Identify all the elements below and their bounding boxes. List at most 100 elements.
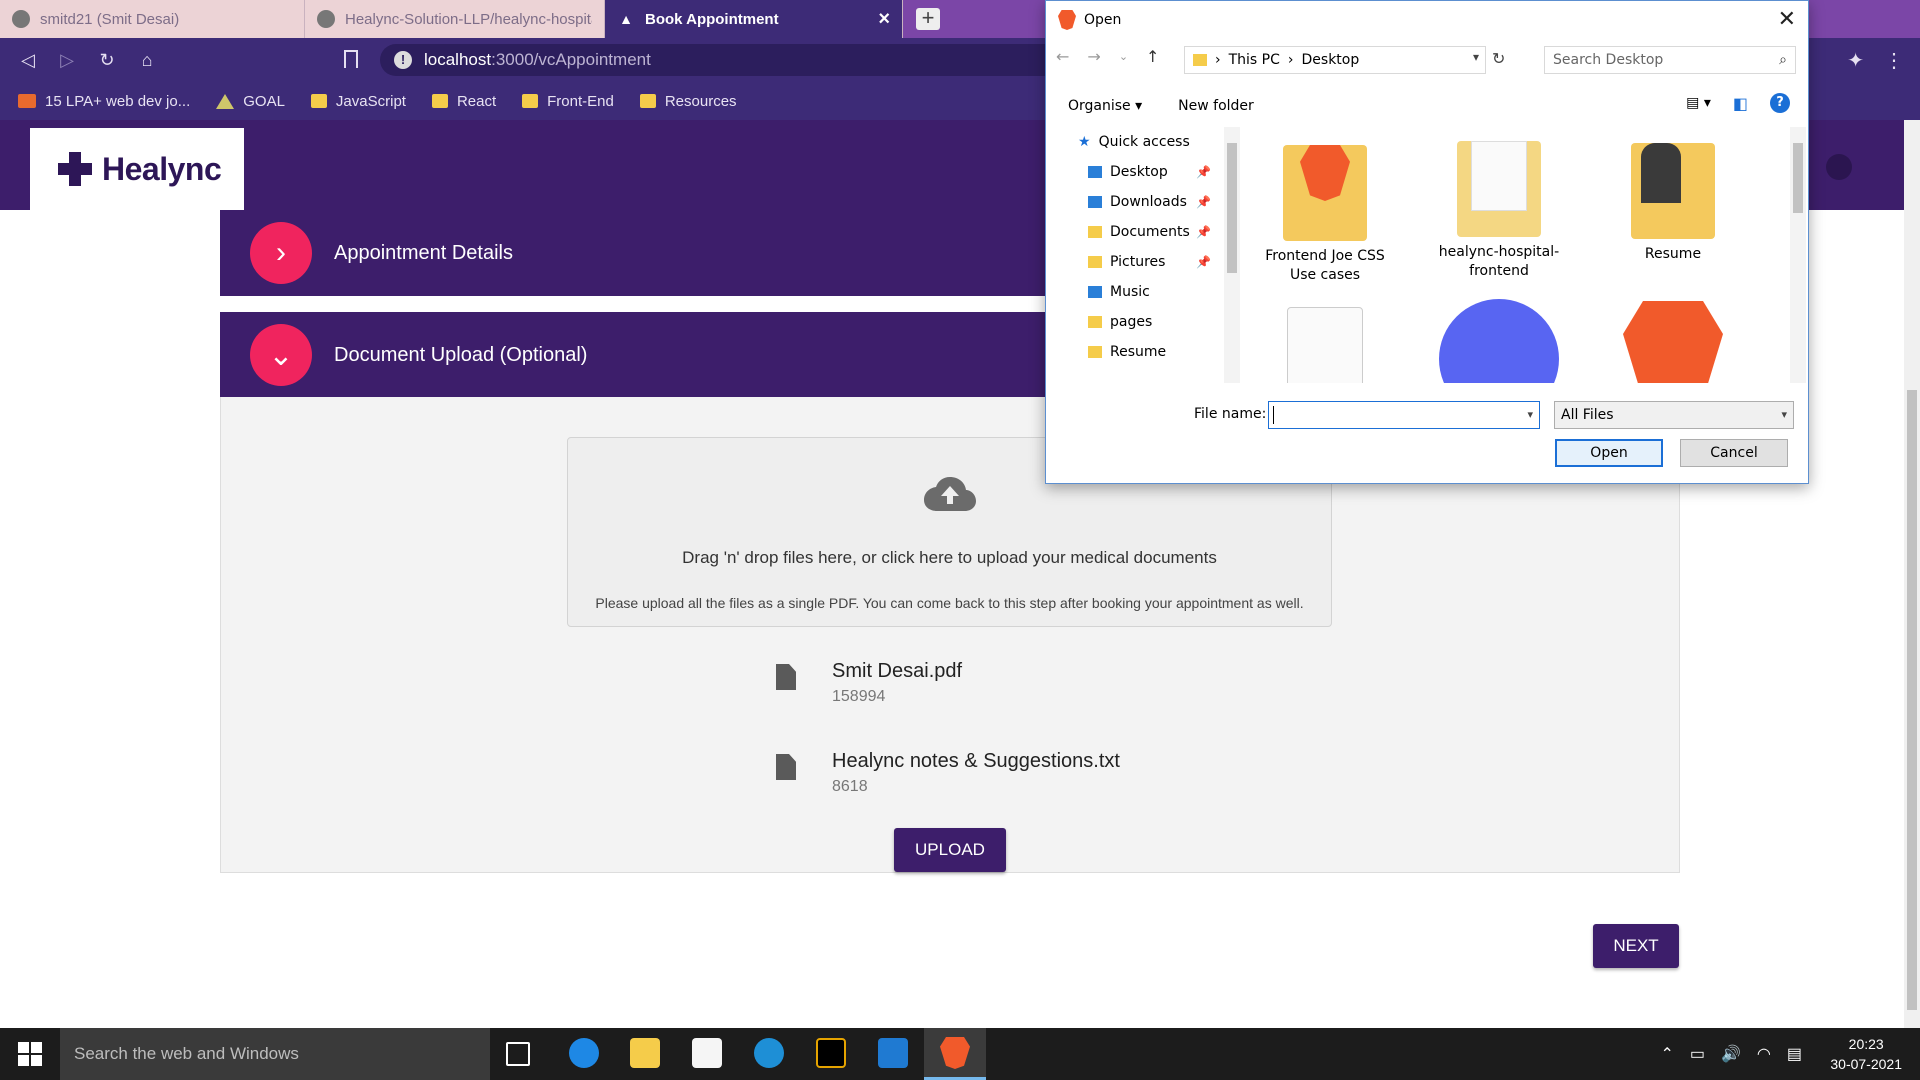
home-icon[interactable]: ⌂ bbox=[133, 46, 161, 74]
scrollbar-thumb[interactable] bbox=[1227, 143, 1237, 273]
next-button[interactable]: NEXT bbox=[1593, 924, 1679, 968]
brave-taskbar-button[interactable] bbox=[924, 1028, 986, 1080]
up-arrow-icon[interactable]: ↑ bbox=[1146, 47, 1159, 66]
tab-label: smitd21 (Smit Desai) bbox=[40, 10, 180, 28]
close-icon[interactable]: ✕ bbox=[1778, 7, 1796, 32]
scrollbar-thumb[interactable] bbox=[1907, 390, 1917, 1010]
task-view-icon[interactable] bbox=[506, 1042, 530, 1066]
info-icon[interactable]: ! bbox=[394, 51, 412, 69]
forward-icon[interactable]: ▷ bbox=[53, 46, 81, 74]
nav-item-resume[interactable]: Resume bbox=[1046, 337, 1222, 367]
windows-start-icon[interactable] bbox=[18, 1042, 42, 1066]
chevron-down-icon[interactable]: ▾ bbox=[1473, 50, 1479, 64]
refresh-icon[interactable]: ↻ bbox=[1492, 49, 1505, 68]
chevron-up-icon[interactable]: ⌃ bbox=[1660, 1044, 1673, 1064]
back-arrow-icon[interactable]: ← bbox=[1056, 47, 1069, 66]
menu-icon[interactable]: ⋮ bbox=[1884, 48, 1904, 73]
help-icon[interactable]: ? bbox=[1770, 93, 1790, 113]
file-type-select[interactable]: All Files ▾ bbox=[1554, 401, 1794, 429]
taskbar-search-input[interactable]: Search the web and Windows bbox=[60, 1028, 490, 1080]
bookmark-favicon-icon bbox=[18, 94, 36, 108]
nav-item-music[interactable]: Music bbox=[1046, 277, 1222, 307]
chevron-down-icon: ⌄ bbox=[250, 324, 312, 386]
open-button[interactable]: Open bbox=[1555, 439, 1663, 467]
chevron-down-icon[interactable]: ▾ bbox=[1527, 408, 1533, 421]
file-tile[interactable]: healync-hospital-frontend bbox=[1424, 127, 1574, 281]
file-tile[interactable] bbox=[1424, 299, 1574, 383]
new-tab-button[interactable]: + bbox=[916, 7, 940, 30]
battery-icon[interactable]: ▭ bbox=[1690, 1044, 1705, 1064]
bookmark-folder[interactable]: Front-End bbox=[522, 93, 614, 110]
page-scrollbar[interactable] bbox=[1904, 120, 1920, 1028]
forward-arrow-icon[interactable]: → bbox=[1087, 47, 1100, 66]
star-icon: ★ bbox=[1078, 134, 1091, 150]
reload-icon[interactable]: ↻ bbox=[93, 46, 121, 74]
nav-item-quick-access[interactable]: ★ Quick access bbox=[1046, 127, 1222, 157]
file-explorer-icon[interactable] bbox=[630, 1038, 660, 1068]
bookmark-item[interactable]: 15 LPA+ web dev jo... bbox=[18, 93, 190, 110]
breadcrumb-item[interactable]: This PC bbox=[1229, 52, 1280, 68]
back-icon[interactable]: ◁ bbox=[14, 46, 42, 74]
close-tab-icon[interactable]: × bbox=[878, 8, 890, 31]
pictures-folder-icon bbox=[1088, 256, 1102, 268]
dialog-nav-buttons: ← → ⌄ ↑ bbox=[1056, 47, 1159, 66]
address-bar[interactable]: ! localhost:3000/vcAppointment bbox=[380, 44, 1060, 76]
folder-icon bbox=[639, 94, 656, 108]
file-name-input[interactable]: ▾ bbox=[1268, 401, 1540, 429]
file-list-scrollbar[interactable] bbox=[1790, 127, 1806, 383]
terminal-icon[interactable] bbox=[816, 1038, 846, 1068]
store-icon[interactable] bbox=[692, 1038, 722, 1068]
notifications-icon[interactable]: ▤ bbox=[1787, 1044, 1802, 1064]
healync-logo[interactable]: Healync bbox=[30, 128, 244, 210]
file-name-label: File name: bbox=[1194, 406, 1267, 422]
file-tile[interactable] bbox=[1250, 299, 1400, 383]
wifi-icon[interactable]: ◠ bbox=[1757, 1044, 1771, 1064]
tab-github-repo[interactable]: Healync-Solution-LLP/healync-hospita bbox=[305, 0, 605, 38]
preview-pane-icon[interactable]: ◧ bbox=[1733, 94, 1748, 113]
breadcrumb[interactable]: › This PC › Desktop ▾ bbox=[1184, 46, 1486, 74]
search-input[interactable]: Search Desktop ⌕ bbox=[1544, 46, 1796, 74]
chevron-down-icon[interactable]: ⌄ bbox=[1119, 50, 1128, 66]
file-tile[interactable] bbox=[1598, 299, 1748, 383]
taskbar-clock[interactable]: 20:23 30-07-2021 bbox=[1830, 1034, 1902, 1074]
nav-item-pages[interactable]: pages bbox=[1046, 307, 1222, 337]
edge-legacy-icon[interactable] bbox=[569, 1038, 599, 1068]
bookmark-icon[interactable] bbox=[344, 50, 358, 68]
upload-button[interactable]: UPLOAD bbox=[894, 828, 1006, 872]
bookmark-folder[interactable]: Resources bbox=[639, 93, 737, 110]
account-avatar-icon[interactable] bbox=[1826, 154, 1852, 180]
windows-taskbar: Search the web and Windows ⌃ ▭ 🔊 ◠ ▤ 20:… bbox=[0, 1028, 1920, 1080]
extensions-icon[interactable]: ✦ bbox=[1847, 48, 1864, 73]
tab-label: Healync-Solution-LLP/healync-hospita bbox=[345, 10, 592, 28]
brave-icon bbox=[940, 1037, 970, 1069]
tab-github-profile[interactable]: smitd21 (Smit Desai) bbox=[0, 0, 305, 38]
brave-folder-icon bbox=[1283, 145, 1367, 241]
github-icon bbox=[12, 10, 30, 28]
view-options-icon[interactable]: ▤ ▾ bbox=[1686, 95, 1711, 111]
photo-folder-icon bbox=[1631, 143, 1715, 239]
document-icon bbox=[1287, 307, 1363, 383]
nav-pane-scrollbar[interactable] bbox=[1224, 127, 1240, 383]
vscode-icon[interactable] bbox=[878, 1038, 908, 1068]
view-controls: ▤ ▾ ◧ ? bbox=[1686, 93, 1790, 113]
nav-item-documents[interactable]: Documents 📌 bbox=[1046, 217, 1222, 247]
bookmark-folder[interactable]: JavaScript bbox=[310, 93, 406, 110]
nav-item-desktop[interactable]: Desktop 📌 bbox=[1046, 157, 1222, 187]
nav-item-pictures[interactable]: Pictures 📌 bbox=[1046, 247, 1222, 277]
file-tile[interactable]: Resume bbox=[1598, 127, 1748, 264]
nav-item-downloads[interactable]: Downloads 📌 bbox=[1046, 187, 1222, 217]
breadcrumb-item[interactable]: Desktop bbox=[1302, 52, 1360, 68]
pin-icon: 📌 bbox=[1196, 165, 1211, 179]
edge-icon[interactable] bbox=[754, 1038, 784, 1068]
bookmark-item[interactable]: GOAL bbox=[216, 93, 285, 110]
open-file-dialog: Open ✕ ← → ⌄ ↑ › This PC › Desktop ▾ ↻ S… bbox=[1045, 0, 1809, 484]
organise-menu[interactable]: Organise ▾ bbox=[1068, 98, 1142, 114]
volume-icon[interactable]: 🔊 bbox=[1721, 1044, 1741, 1064]
cancel-button[interactable]: Cancel bbox=[1680, 439, 1788, 467]
tab-book-appointment[interactable]: ▲ Book Appointment × bbox=[605, 0, 903, 38]
new-folder-button[interactable]: New folder bbox=[1178, 98, 1254, 114]
bookmark-folder[interactable]: React bbox=[431, 93, 496, 110]
text-caret bbox=[1273, 406, 1274, 424]
file-tile[interactable]: Frontend Joe CSS Use cases bbox=[1250, 127, 1400, 285]
scrollbar-thumb[interactable] bbox=[1793, 143, 1803, 213]
